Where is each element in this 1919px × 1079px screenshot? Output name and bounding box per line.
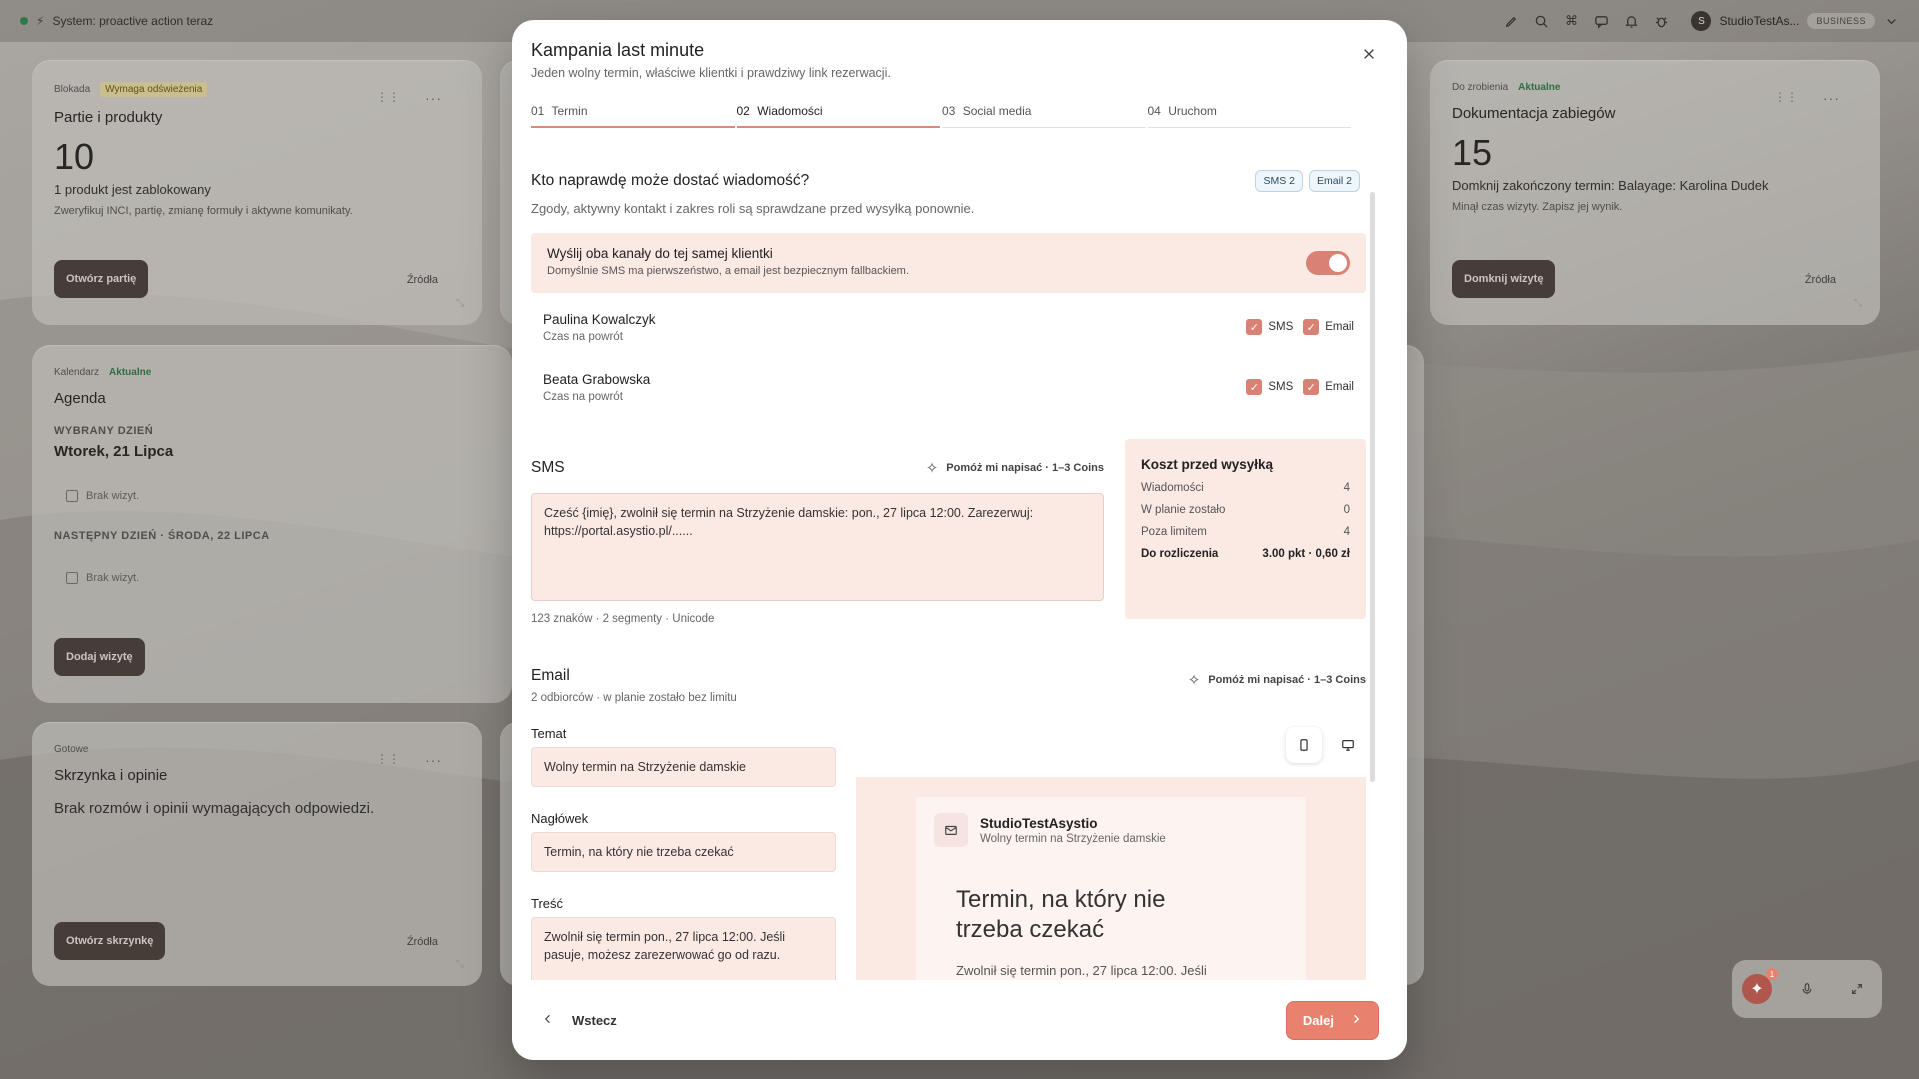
next-button[interactable]: Dalej (1285, 1000, 1379, 1040)
step-label: Social media (962, 104, 1032, 118)
preview-subject: Wolny termin na Strzyżenie damskie (980, 832, 1166, 845)
back-button[interactable]: Wstecz (542, 1013, 617, 1028)
preview-brand: StudioTestAsystio (980, 815, 1098, 831)
recipient-row: Beata Grabowska Czas na powrót ✓ SMS ✓ Ema… (531, 357, 1366, 417)
header-input[interactable]: Termin, na który nie trzeba czekać (531, 832, 836, 872)
sms-counter: 123 znaków · 2 segmenty · Unicode (531, 613, 715, 625)
notification-badge: 1 (1766, 968, 1778, 980)
toggle-title: Wyślij oba kanały do tej samej klientki (547, 246, 773, 261)
header-label: Nagłówek (531, 811, 589, 826)
sms-count-chip: SMS 2 (1255, 170, 1303, 192)
tab-step-2[interactable]: 02 Wiadomości (736, 104, 940, 128)
check-icon: ✓ (1303, 319, 1320, 335)
help-label: Pomóż mi napisać · 1–3 Coins (946, 462, 1104, 474)
modal-subtitle: Jeden wolny termin, właściwe klientki i … (531, 66, 891, 80)
campaign-modal: Kampania last minute Jeden wolny termin,… (512, 20, 1407, 1060)
recipient-status: Czas na powrót (543, 330, 623, 343)
cost-value: 4 (1343, 526, 1350, 538)
sms-checkbox[interactable]: ✓ SMS (1246, 319, 1293, 335)
preview-headline: Termin, na który nie trzeba czekać (956, 886, 1166, 943)
mail-icon (934, 813, 968, 847)
tab-step-3[interactable]: 03 Social media (942, 104, 1146, 128)
cost-label: Poza limitem (1141, 526, 1207, 538)
preview-device-toggle (1286, 727, 1366, 763)
check-icon: ✓ (1303, 379, 1320, 395)
cost-value: 3.00 pkt · 0,60 zł (1262, 548, 1350, 560)
recipient-status: Czas na powrót (543, 390, 623, 403)
check-icon: ✓ (1246, 379, 1263, 395)
cost-title: Koszt przed wysyłką (1141, 457, 1274, 472)
expand-icon[interactable] (1842, 974, 1872, 1004)
tab-step-1[interactable]: 01 Termin (531, 104, 735, 128)
sparkle-icon: ✧ (1187, 672, 1201, 689)
recipient-name: Beata Grabowska (543, 371, 651, 387)
step-label: Wiadomości (757, 104, 823, 118)
cost-row: W planie zostało 0 (1141, 504, 1350, 516)
toggle-subtitle: Domyślnie SMS ma pierwszeństwo, a email … (547, 265, 909, 277)
cost-value: 0 (1343, 504, 1350, 516)
email-ai-help-button[interactable]: ✧ Pomóż mi napisać · 1–3 Coins (1188, 671, 1366, 689)
mobile-icon[interactable] (1286, 727, 1322, 763)
back-label: Wstecz (572, 1012, 617, 1028)
assistant-icon[interactable]: ✦ 1 (1742, 968, 1778, 1004)
cost-row: Poza limitem 4 (1141, 526, 1350, 538)
sms-section: SMS ✧ Pomóż mi napisać · 1–3 Coins Cześć… (531, 439, 1366, 633)
stepper: 01 Termin 02 Wiadomości 03 Social media … (531, 104, 1353, 128)
sms-textarea[interactable]: Cześć {imię}, zwolnił się termin na Strz… (531, 493, 1104, 601)
modal-footer: Wstecz Dalej (512, 980, 1407, 1060)
cost-row: Wiadomości 4 (1141, 482, 1350, 494)
sparkle-icon: ✧ (925, 460, 939, 477)
cost-value: 4 (1343, 482, 1350, 494)
assistant-widget: ✦ 1 (1732, 960, 1882, 1018)
checkbox-label: SMS (1268, 381, 1294, 393)
audience-description: Zgody, aktywny kontakt i zakres roli są … (531, 201, 975, 216)
sms-ai-help-button[interactable]: ✧ Pomóż mi napisać · 1–3 Coins (926, 459, 1104, 477)
email-checkbox[interactable]: ✓ Email (1303, 379, 1354, 395)
scrollbar-thumb[interactable] (1370, 192, 1375, 782)
help-label: Pomóż mi napisać · 1–3 Coins (1208, 674, 1366, 686)
desktop-icon[interactable] (1330, 727, 1366, 763)
body-label: Treść (531, 896, 564, 911)
checkbox-label: SMS (1268, 321, 1294, 333)
step-label: Uruchom (1168, 104, 1217, 118)
modal-title: Kampania last minute (531, 40, 705, 60)
email-preview: StudioTestAsystio Wolny termin na Strzyż… (856, 777, 1366, 1000)
cost-label: Do rozliczenia (1141, 548, 1219, 560)
step-label: Termin (551, 104, 588, 118)
both-channels-switch[interactable] (1306, 251, 1350, 275)
chevron-right-icon (1350, 1013, 1362, 1028)
subject-input[interactable]: Wolny termin na Strzyżenie damskie (531, 747, 836, 787)
modal-scrollbar[interactable] (1370, 170, 1375, 1000)
both-channels-toggle-row: Wyślij oba kanały do tej samej klientki … (531, 233, 1366, 293)
cost-label: W planie zostało (1141, 504, 1226, 516)
tab-step-4[interactable]: 04 Uruchom (1147, 104, 1351, 128)
modal-body[interactable]: Kto naprawdę może dostać wiadomość? SMS … (531, 170, 1366, 1000)
next-label: Dalej (1302, 1012, 1334, 1028)
recipient-row: Paulina Kowalczyk Czas na powrót ✓ SMS ✓ E… (531, 297, 1366, 357)
email-section: Email 2 odbiorców · w planie zostało bez… (531, 667, 1366, 1000)
sms-title: SMS (531, 459, 565, 476)
recipient-name: Paulina Kowalczyk (543, 311, 656, 327)
check-icon: ✓ (1246, 319, 1263, 335)
cost-label: Wiadomości (1141, 482, 1204, 494)
step-number: 02 (736, 104, 750, 118)
email-checkbox[interactable]: ✓ Email (1303, 319, 1354, 335)
step-number: 01 (531, 104, 545, 118)
sms-checkbox[interactable]: ✓ SMS (1246, 379, 1293, 395)
email-preview-card: StudioTestAsystio Wolny termin na Strzyż… (916, 797, 1306, 1000)
checkbox-label: Email (1325, 381, 1354, 393)
checkbox-label: Email (1325, 321, 1354, 333)
audience-title: Kto naprawdę może dostać wiadomość? (531, 172, 810, 189)
close-icon[interactable] (1359, 44, 1379, 64)
email-subtitle: 2 odbiorców · w planie zostało bez limit… (531, 692, 737, 704)
step-number: 03 (942, 104, 956, 118)
cost-total-row: Do rozliczenia 3.00 pkt · 0,60 zł (1141, 548, 1350, 560)
microphone-icon[interactable] (1792, 974, 1822, 1004)
chevron-left-icon (542, 1013, 554, 1028)
step-number: 04 (1147, 104, 1161, 118)
email-count-chip: Email 2 (1308, 170, 1360, 192)
cost-summary: Koszt przed wysyłką Wiadomości 4 W planie… (1125, 439, 1366, 619)
subject-label: Temat (531, 726, 567, 741)
